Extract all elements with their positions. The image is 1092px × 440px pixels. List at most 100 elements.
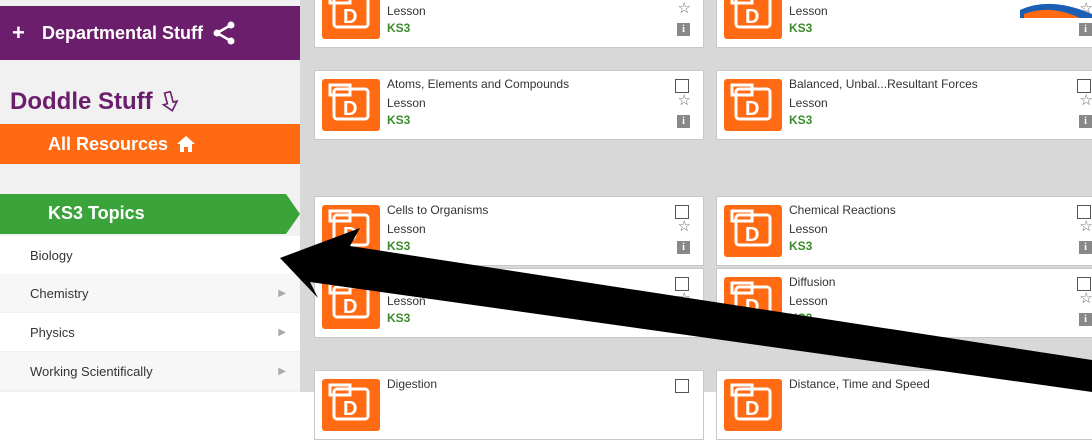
sidebar-item-chemistry[interactable]: Chemistry ▶ bbox=[0, 274, 300, 312]
sidebar-item-biology[interactable]: Biology bbox=[0, 236, 300, 274]
key-stage-label: KS3 bbox=[387, 239, 411, 253]
select-checkbox[interactable] bbox=[675, 79, 689, 93]
ks3-topics-pointer bbox=[286, 194, 300, 234]
down-arrow-icon bbox=[161, 91, 179, 112]
ks3-topics-label[interactable]: KS3 Topics bbox=[48, 203, 145, 224]
star-icon[interactable]: ☆ bbox=[678, 1, 691, 17]
chevron-right-icon: ▶ bbox=[278, 287, 286, 299]
star-icon[interactable]: ☆ bbox=[678, 93, 691, 109]
lesson-icon: D bbox=[724, 205, 782, 257]
resource-type: Lesson bbox=[789, 96, 828, 110]
sidebar-item-label[interactable]: Physics bbox=[30, 325, 278, 340]
key-stage-label: KS3 bbox=[387, 311, 411, 325]
key-stage-label: KS3 bbox=[387, 113, 411, 127]
lesson-icon: D bbox=[322, 379, 380, 431]
info-icon[interactable]: i bbox=[677, 313, 690, 326]
departmental-stuff-label[interactable]: Departmental Stuff bbox=[42, 23, 203, 44]
info-icon[interactable]: i bbox=[677, 241, 690, 254]
ks3-topics-nav[interactable]: KS3 Topics bbox=[0, 194, 300, 234]
info-icon[interactable]: i bbox=[1079, 313, 1092, 326]
resource-grid: D Lesson KS3 ☆ i D Lesson KS3 ☆ i D Atom… bbox=[300, 0, 1092, 440]
resource-title[interactable]: Diffusion bbox=[789, 275, 835, 289]
svg-text:D: D bbox=[745, 224, 759, 246]
lesson-icon: D bbox=[724, 0, 782, 39]
resource-title[interactable]: Digestion bbox=[387, 377, 437, 391]
resource-type: Lesson bbox=[387, 96, 426, 110]
resource-type: Lesson bbox=[789, 222, 828, 236]
star-icon[interactable]: ☆ bbox=[1080, 93, 1092, 109]
resource-title[interactable]: Cells to Organisms bbox=[387, 203, 488, 217]
select-checkbox[interactable] bbox=[1077, 205, 1091, 219]
svg-text:D: D bbox=[745, 98, 759, 120]
resource-card[interactable]: D Lesson KS3 ☆ i bbox=[314, 0, 704, 48]
resource-type: Lesson bbox=[387, 222, 426, 236]
select-checkbox[interactable] bbox=[675, 277, 689, 291]
all-resources-label[interactable]: All Resources bbox=[48, 134, 168, 155]
star-icon[interactable]: ☆ bbox=[1080, 219, 1092, 235]
select-checkbox[interactable] bbox=[1077, 277, 1091, 291]
chevron-right-icon: ▶ bbox=[278, 365, 286, 377]
sidebar-item-label[interactable]: Working Scientifically bbox=[30, 364, 278, 379]
lesson-icon: D bbox=[724, 379, 782, 431]
sidebar: + Departmental Stuff Doddle Stuff All Re… bbox=[0, 0, 300, 392]
plus-icon[interactable]: + bbox=[12, 20, 36, 46]
info-icon[interactable]: i bbox=[677, 115, 690, 128]
svg-text:D: D bbox=[343, 296, 357, 318]
doddle-logo-icon bbox=[1020, 3, 1092, 18]
resource-card[interactable]: D Cells to Organisms Lesson KS3 ☆ i bbox=[314, 196, 704, 266]
resource-title[interactable]: Atoms, Elements and Compounds bbox=[387, 77, 569, 91]
sidebar-item-physics[interactable]: Physics ▶ bbox=[0, 313, 300, 351]
doddle-stuff-title: Doddle Stuff bbox=[10, 88, 179, 116]
resource-card[interactable]: D Distance, Time and Speed bbox=[716, 370, 1092, 440]
resource-type: Lesson bbox=[789, 4, 828, 18]
key-stage-label: KS3 bbox=[789, 113, 813, 127]
svg-text:D: D bbox=[343, 398, 357, 420]
info-icon[interactable]: i bbox=[1079, 115, 1092, 128]
lesson-icon: D bbox=[322, 79, 380, 131]
key-stage-label: KS3 bbox=[789, 239, 813, 253]
resource-card[interactable]: D Digestion bbox=[314, 370, 704, 440]
select-checkbox[interactable] bbox=[1077, 79, 1091, 93]
resource-title[interactable]: Days, Years and bbox=[387, 275, 474, 289]
all-resources-nav[interactable]: All Resources bbox=[0, 124, 300, 164]
info-icon[interactable]: i bbox=[1079, 241, 1092, 254]
resource-card[interactable]: D Days, Years and Lesson KS3 ☆ i bbox=[314, 268, 704, 338]
svg-text:D: D bbox=[343, 224, 357, 246]
sidebar-item-label[interactable]: Chemistry bbox=[30, 286, 278, 301]
chevron-right-icon: ▶ bbox=[278, 326, 286, 338]
departmental-stuff-bar[interactable]: + Departmental Stuff bbox=[0, 6, 300, 60]
resource-card[interactable]: D Balanced, Unbal...Resultant Forces Les… bbox=[716, 70, 1092, 140]
svg-text:D: D bbox=[343, 6, 357, 28]
svg-text:D: D bbox=[343, 98, 357, 120]
lesson-icon: D bbox=[724, 79, 782, 131]
resource-card[interactable]: D Chemical Reactions Lesson KS3 ☆ i bbox=[716, 196, 1092, 266]
star-icon[interactable]: ☆ bbox=[1080, 291, 1092, 307]
resource-card[interactable]: D Atoms, Elements and Compounds Lesson K… bbox=[314, 70, 704, 140]
doddle-stuff-label: Doddle Stuff bbox=[10, 88, 153, 115]
info-icon[interactable]: i bbox=[677, 23, 690, 36]
share-icon[interactable] bbox=[211, 20, 237, 46]
resource-title[interactable]: Distance, Time and Speed bbox=[789, 377, 930, 391]
select-checkbox[interactable] bbox=[675, 379, 689, 393]
info-icon[interactable]: i bbox=[1079, 23, 1092, 36]
lesson-icon: D bbox=[724, 277, 782, 329]
resource-type: Lesson bbox=[387, 294, 426, 308]
sidebar-item-working-scientifically[interactable]: Working Scientifically ▶ bbox=[0, 352, 300, 390]
svg-text:D: D bbox=[745, 398, 759, 420]
lesson-icon: D bbox=[322, 0, 380, 39]
star-icon[interactable]: ☆ bbox=[678, 291, 691, 307]
resource-card[interactable]: D Diffusion Lesson KS3 ☆ i bbox=[716, 268, 1092, 338]
star-icon[interactable]: ☆ bbox=[678, 219, 691, 235]
resource-type: Lesson bbox=[387, 4, 426, 18]
svg-text:D: D bbox=[745, 296, 759, 318]
resource-title[interactable]: Chemical Reactions bbox=[789, 203, 896, 217]
home-icon bbox=[177, 136, 196, 152]
resource-type: Lesson bbox=[789, 294, 828, 308]
select-checkbox[interactable] bbox=[675, 205, 689, 219]
sidebar-item-label[interactable]: Biology bbox=[30, 248, 300, 263]
resource-title[interactable]: Balanced, Unbal...Resultant Forces bbox=[789, 77, 978, 91]
lesson-icon: D bbox=[322, 205, 380, 257]
svg-text:D: D bbox=[745, 6, 759, 28]
key-stage-label: KS3 bbox=[789, 311, 813, 325]
lesson-icon: D bbox=[322, 277, 380, 329]
